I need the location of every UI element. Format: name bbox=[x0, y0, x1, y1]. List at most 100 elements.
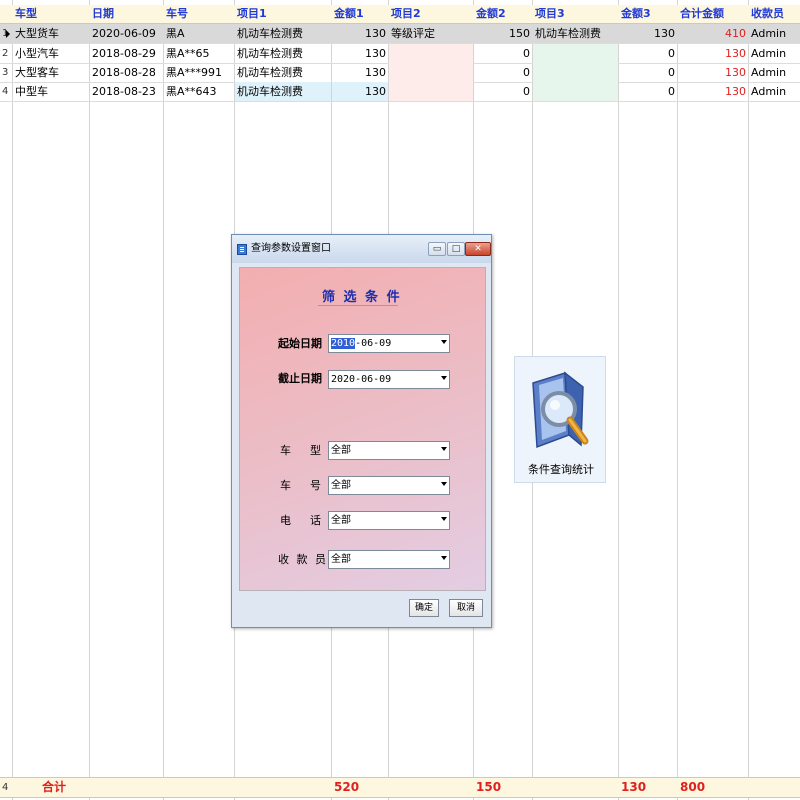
cancel-button[interactable]: 取消 bbox=[449, 599, 483, 617]
grid-line bbox=[89, 0, 90, 800]
cell-item3[interactable] bbox=[533, 82, 618, 101]
minimize-button[interactable]: ▭ bbox=[428, 242, 446, 256]
grid-line bbox=[748, 0, 749, 800]
total-amount2: 150 bbox=[476, 780, 502, 794]
cell-plate[interactable]: 黑A bbox=[164, 24, 234, 43]
column-header-item1[interactable]: 项目1 bbox=[235, 5, 331, 23]
plate-select[interactable]: 全部 bbox=[328, 476, 450, 495]
cell-amount3[interactable]: 0 bbox=[619, 44, 677, 63]
column-header-amount1[interactable]: 金额1 bbox=[332, 5, 388, 23]
phone-select[interactable]: 全部 bbox=[328, 511, 450, 530]
vehicle-type-value: 全部 bbox=[331, 445, 351, 456]
cell-item2[interactable] bbox=[389, 82, 473, 101]
column-header-amount3[interactable]: 金额3 bbox=[619, 5, 677, 23]
cell-cashier[interactable]: Admin bbox=[749, 82, 800, 101]
dialog-titlebar[interactable]: 查询参数设置窗口 ▭ □ ✕ bbox=[232, 235, 491, 263]
cell-item3[interactable]: 机动车检测费 bbox=[533, 24, 618, 43]
conditional-query-button[interactable]: 条件查询统计 bbox=[514, 356, 606, 483]
cell-type[interactable]: 小型汽车 bbox=[13, 44, 89, 63]
start-date-selected-text: 2010 bbox=[331, 338, 356, 349]
cell-amount1[interactable]: 130 bbox=[332, 24, 388, 43]
grand-total: 800 bbox=[680, 780, 706, 794]
cell-plate[interactable]: 黑A**643 bbox=[164, 82, 234, 101]
chevron-down-icon[interactable] bbox=[441, 482, 447, 486]
cell-item3[interactable] bbox=[533, 63, 618, 82]
cell-total[interactable]: 130 bbox=[678, 44, 748, 63]
cell-amount3[interactable]: 0 bbox=[619, 82, 677, 101]
magnifier-book-icon bbox=[532, 371, 589, 449]
cell-total[interactable]: 130 bbox=[678, 82, 748, 101]
column-header-type[interactable]: 车型 bbox=[13, 5, 89, 23]
column-header-total[interactable]: 合计金额 bbox=[678, 5, 748, 23]
vehicle-type-select[interactable]: 全部 bbox=[328, 441, 450, 460]
cell-amount1[interactable]: 130 bbox=[332, 82, 388, 101]
record-count: 4 bbox=[2, 782, 9, 793]
cell-item1[interactable]: 机动车检测费 bbox=[235, 44, 331, 63]
cell-date[interactable]: 2018-08-23 bbox=[90, 82, 163, 101]
phone-label: 电 话 bbox=[280, 514, 325, 527]
cell-amount1[interactable]: 130 bbox=[332, 44, 388, 63]
cell-cashier[interactable]: Admin bbox=[749, 44, 800, 63]
table-row[interactable]: 4 中型车 2018-08-23 黑A**643 机动车检测费 130 0 0 … bbox=[0, 82, 800, 102]
cell-amount2[interactable]: 0 bbox=[474, 82, 532, 101]
maximize-button[interactable]: □ bbox=[447, 242, 465, 256]
table-row[interactable]: 1 大型货车 2020-06-09 黑A 机动车检测费 130 等级评定 150… bbox=[0, 24, 800, 44]
chevron-down-icon[interactable] bbox=[441, 556, 447, 560]
row-number: 4 bbox=[2, 86, 9, 97]
ok-button[interactable]: 确定 bbox=[409, 599, 439, 617]
cell-item2[interactable] bbox=[389, 44, 473, 63]
window-icon bbox=[237, 244, 247, 255]
end-date-label: 截止日期 bbox=[278, 372, 322, 385]
cell-type[interactable]: 大型货车 bbox=[13, 24, 89, 43]
cashier-label: 收 款 员 bbox=[278, 553, 328, 566]
cell-total[interactable]: 130 bbox=[678, 63, 748, 82]
chevron-down-icon[interactable] bbox=[441, 376, 447, 380]
cell-date[interactable]: 2018-08-28 bbox=[90, 63, 163, 82]
cashier-select[interactable]: 全部 bbox=[328, 550, 450, 569]
cell-date[interactable]: 2020-06-09 bbox=[90, 24, 163, 43]
cell-date[interactable]: 2018-08-29 bbox=[90, 44, 163, 63]
chevron-down-icon[interactable] bbox=[441, 517, 447, 521]
total-amount3: 130 bbox=[621, 780, 647, 794]
start-date-picker[interactable]: 2010-06-09 bbox=[328, 334, 450, 353]
cell-total[interactable]: 410 bbox=[678, 24, 748, 43]
cell-item2[interactable] bbox=[389, 63, 473, 82]
totals-label: 合计 bbox=[42, 780, 67, 794]
chevron-down-icon[interactable] bbox=[441, 340, 447, 344]
cell-item1[interactable]: 机动车检测费 bbox=[235, 63, 331, 82]
cell-type[interactable]: 大型客车 bbox=[13, 63, 89, 82]
cell-amount2[interactable]: 150 bbox=[474, 24, 532, 43]
cell-amount2[interactable]: 0 bbox=[474, 63, 532, 82]
column-header-item2[interactable]: 项目2 bbox=[389, 5, 473, 23]
grid-line bbox=[618, 0, 619, 800]
cell-item2[interactable]: 等级评定 bbox=[389, 24, 473, 43]
cell-amount3[interactable]: 0 bbox=[619, 63, 677, 82]
table-row[interactable]: 3 大型客车 2018-08-28 黑A***991 机动车检测费 130 0 … bbox=[0, 63, 800, 83]
cell-cashier[interactable]: Admin bbox=[749, 63, 800, 82]
row-number: 3 bbox=[2, 67, 9, 78]
cashier-value: 全部 bbox=[331, 554, 351, 565]
column-header-item3[interactable]: 项目3 bbox=[533, 5, 618, 23]
end-date-text: 2020-06-09 bbox=[331, 374, 392, 385]
cell-item1[interactable]: 机动车检测费 bbox=[235, 24, 331, 43]
cell-amount2[interactable]: 0 bbox=[474, 44, 532, 63]
column-header-date[interactable]: 日期 bbox=[90, 5, 163, 23]
cell-plate[interactable]: 黑A***991 bbox=[164, 63, 234, 82]
table-row[interactable]: 2 小型汽车 2018-08-29 黑A**65 机动车检测费 130 0 0 … bbox=[0, 44, 800, 64]
chevron-down-icon[interactable] bbox=[441, 447, 447, 451]
cell-amount3[interactable]: 130 bbox=[619, 24, 677, 43]
column-header-amount2[interactable]: 金额2 bbox=[474, 5, 532, 23]
cell-item3[interactable] bbox=[533, 44, 618, 63]
cell-amount1[interactable]: 130 bbox=[332, 63, 388, 82]
cell-item1[interactable]: 机动车检测费 bbox=[235, 82, 331, 101]
column-header-plate[interactable]: 车号 bbox=[164, 5, 234, 23]
start-date-label: 起始日期 bbox=[278, 337, 322, 350]
cell-plate[interactable]: 黑A**65 bbox=[164, 44, 234, 63]
cell-cashier[interactable]: Admin bbox=[749, 24, 800, 43]
cell-type[interactable]: 中型车 bbox=[13, 82, 89, 101]
total-amount1: 520 bbox=[334, 780, 360, 794]
end-date-picker[interactable]: 2020-06-09 bbox=[328, 370, 450, 389]
close-button[interactable]: ✕ bbox=[465, 242, 491, 256]
totals-row: 4 合计 520 150 130 800 bbox=[0, 777, 800, 798]
column-header-cashier[interactable]: 收款员 bbox=[749, 5, 800, 23]
